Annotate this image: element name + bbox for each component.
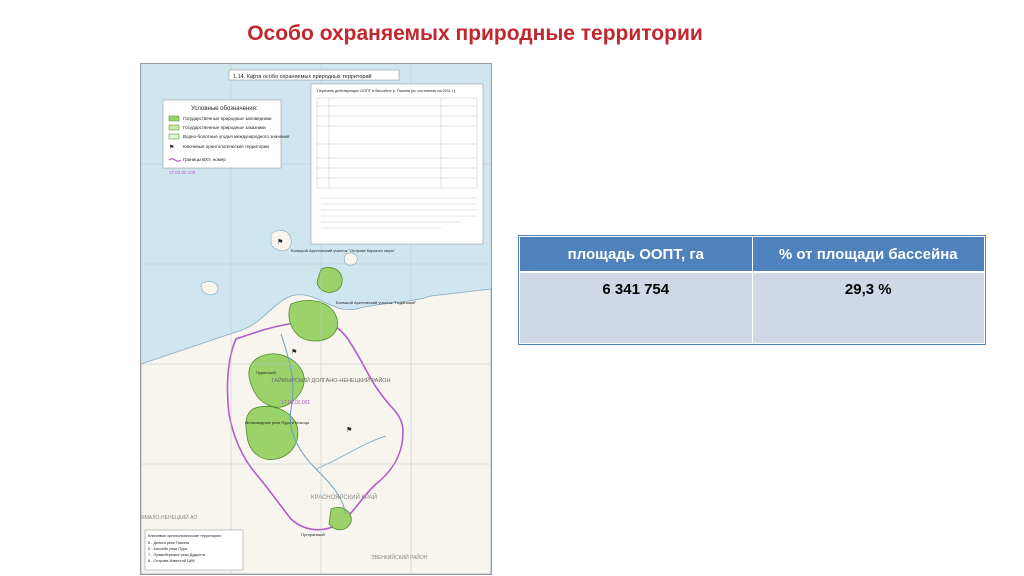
table-cell-percent: 29,3 % — [751, 271, 985, 344]
reserve-putoran — [328, 507, 352, 531]
table-header-percent: % от площади бассейна — [751, 236, 985, 273]
legend-item-4: Границы ВХУ, номер — [183, 157, 226, 162]
label-purinsky: Пуринский — [256, 370, 276, 375]
label-bolshoy-arctic-1: Большой Арктический участок "Острова Кар… — [291, 248, 396, 253]
legend-item-2: Водно-болотные угодья международного зна… — [183, 134, 290, 139]
map-canvas: 1.14. Карта особо охраняемых природных т… — [141, 64, 491, 574]
zone-code-1: 17.03.00.100 — [169, 170, 196, 175]
table-header-row: площадь ООПТ, га % от площади бассейна — [519, 236, 985, 273]
bottom-legend-item-2: 7 - Правобережье реки Дудыпта — [148, 553, 206, 557]
label-putoran: Путоранский — [301, 532, 325, 537]
label-bolshoy-arctic-2: Большой Арктический участок "Гыданский" — [336, 300, 417, 305]
map-header: 1.14. Карта особо охраняемых природных т… — [233, 73, 372, 80]
inset-title: Перечень действующих ООПТ в бассейне р. … — [317, 89, 456, 93]
legend-item-3: Ключевые орнитологические территории — [183, 144, 269, 149]
legend-item-1: Государственные природные заказники — [183, 125, 266, 130]
area-table: площадь ООПТ, га % от площади бассейна 6… — [518, 235, 986, 345]
legend-title: Условные обозначения: — [191, 106, 258, 112]
legend-item-0: Государственные природные заповедники — [183, 116, 272, 121]
table-header-area: площадь ООПТ, га — [519, 236, 753, 273]
legend-swatch-zakaznik — [168, 124, 180, 131]
label-krasnoyarsk: КРАСНОЯРСКИЙ КРАЙ — [311, 493, 377, 501]
label-evenkiysky: ЭВЕНКИЙСКИЙ РАЙОН — [371, 553, 428, 561]
island-east — [343, 252, 358, 266]
bird-flag-icon: ⚑ — [291, 348, 297, 356]
zone-code-2: 17.03.00.001 — [281, 400, 310, 406]
bottom-legend-title: Ключевые орнитологические территории: — [148, 534, 222, 538]
slide-title: Особо охраняемых природные территории — [247, 22, 703, 45]
bird-flag-icon: ⚑ — [169, 144, 174, 151]
bottom-legend-item-3: 8 - Острова Известий ЦИК — [148, 559, 195, 563]
legend-swatch-wetland — [168, 133, 180, 140]
bottom-legend-item-0: 5 - Дельта реки Пясина — [148, 541, 190, 545]
label-district-taymyr: ТАЙМЫРСКИЙ ДОЛГАНО-НЕНЕЦКИЙ РАЙОН — [271, 376, 391, 384]
bottom-legend-item-1: 6 - Бассейн реки Пура — [148, 547, 188, 551]
bird-flag-icon: ⚑ — [346, 426, 352, 434]
table-cell-area: 6 341 754 — [519, 271, 753, 344]
bird-flag-icon: ⚑ — [277, 238, 283, 246]
label-mouth-pur: Мелководные реки Пура и Мокоцо — [245, 420, 310, 425]
table-row: 6 341 754 29,3 % — [519, 271, 985, 344]
legend-swatch-reserve — [168, 115, 180, 122]
map-figure: 1.14. Карта особо охраняемых природных т… — [140, 63, 492, 575]
label-yamalo: ЯМАЛО-НЕНЕЦКИЙ АО — [141, 513, 197, 521]
inset-document — [310, 83, 484, 245]
